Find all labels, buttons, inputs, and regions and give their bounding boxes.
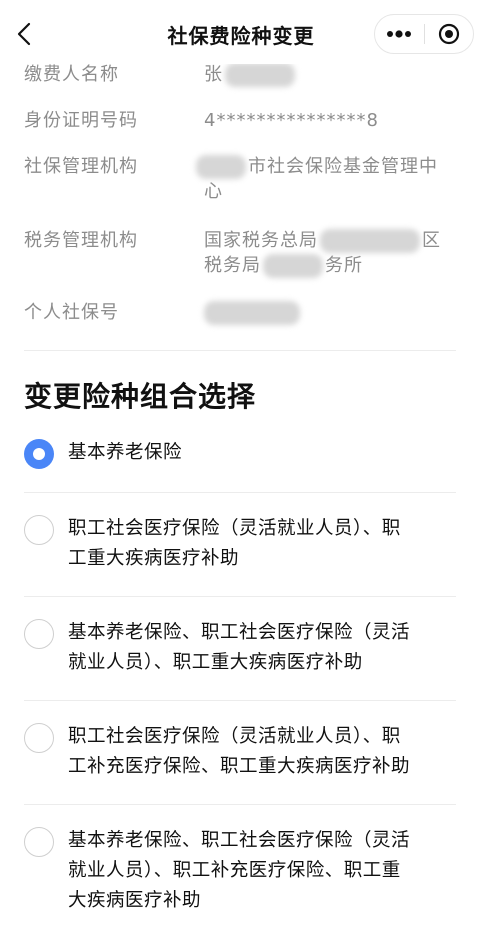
payer-name-text: 张 <box>204 64 223 85</box>
more-dots-icon <box>387 30 412 38</box>
option-divider <box>24 492 456 493</box>
tax-org-row: 税务管理机构 国家税务总局 区 税务局 务所 <box>24 228 464 280</box>
option-line: 工补充医疗保险、职工重大疾病医疗补助 <box>68 756 411 777</box>
mini-program-capsule <box>374 14 474 54</box>
record-target-icon <box>438 23 459 45</box>
payer-name-label: 缴费人名称 <box>24 64 119 85</box>
radio-unchecked[interactable] <box>24 515 54 545</box>
redaction-blur <box>196 155 246 179</box>
more-button[interactable] <box>375 15 424 53</box>
radio-unchecked[interactable] <box>24 827 54 857</box>
radio-unchecked[interactable] <box>24 619 54 649</box>
option-divider <box>24 804 456 805</box>
option-line: 基本养老保险、职工社会医疗保险（灵活 <box>68 622 411 643</box>
tax-org-line1-prefix: 国家税务总局 <box>204 230 318 251</box>
close-mini-program-button[interactable] <box>424 15 473 53</box>
radio-checked[interactable] <box>24 439 54 469</box>
option-divider <box>24 700 456 701</box>
id-number-value: 4***************8 <box>204 110 379 131</box>
section-title: 变更险种组合选择 <box>24 380 257 413</box>
social-org-value: 市社会保险基金管理中 心 <box>196 154 454 204</box>
option-3[interactable]: 职工社会医疗保险（灵活就业人员）、职 工补充医疗保险、职工重大疾病医疗补助 <box>24 722 456 782</box>
social-org-row: 社保管理机构 市社会保险基金管理中 心 <box>24 154 464 206</box>
option-line: 职工社会医疗保险（灵活就业人员）、职 <box>68 726 401 747</box>
radio-unchecked[interactable] <box>24 723 54 753</box>
social-org-label: 社保管理机构 <box>24 156 138 177</box>
option-line: 工重大疾病医疗补助 <box>68 548 240 569</box>
option-1[interactable]: 职工社会医疗保险（灵活就业人员）、职 工重大疾病医疗补助 <box>24 514 456 574</box>
option-line: 基本养老保险、职工社会医疗保险（灵活 <box>68 830 411 851</box>
option-line: 就业人员）、职工重大疾病医疗补助 <box>68 652 363 673</box>
redaction-blur <box>204 301 300 325</box>
option-1-text: 职工社会医疗保险（灵活就业人员）、职 工重大疾病医疗补助 <box>68 514 440 574</box>
info-divider <box>24 350 456 351</box>
option-line: 大疾病医疗补助 <box>68 890 202 911</box>
payer-name-row: 缴费人名称 张 <box>24 62 464 88</box>
tax-org-line2-suffix: 务所 <box>325 255 363 276</box>
option-divider <box>24 596 456 597</box>
payer-name-value: 张 <box>204 62 454 87</box>
option-0[interactable]: 基本养老保险 <box>24 438 456 470</box>
option-4[interactable]: 基本养老保险、职工社会医疗保险（灵活 就业人员）、职工补充医疗保险、职工重 大疾… <box>24 826 456 916</box>
social-org-line2: 心 <box>204 181 223 202</box>
social-org-line1: 市社会保险基金管理中 <box>248 156 438 177</box>
option-line: 就业人员）、职工补充医疗保险、职工重 <box>68 860 401 881</box>
redaction-blur <box>263 254 323 278</box>
option-2-text: 基本养老保险、职工社会医疗保险（灵活 就业人员）、职工重大疾病医疗补助 <box>68 618 440 678</box>
id-number-label: 身份证明号码 <box>24 110 138 131</box>
tax-org-line1-suffix: 区 <box>422 230 441 251</box>
redaction-blur <box>320 229 420 253</box>
tax-org-line2-prefix: 税务局 <box>204 255 261 276</box>
option-4-text: 基本养老保险、职工社会医疗保险（灵活 就业人员）、职工补充医疗保险、职工重 大疾… <box>68 826 440 916</box>
id-number-row: 身份证明号码 4***************8 <box>24 108 464 134</box>
option-line: 基本养老保险 <box>68 442 183 463</box>
nav-bar: 社保费险种变更 <box>0 0 482 64</box>
personal-no-row: 个人社保号 <box>24 300 464 326</box>
page: 社保费险种变更 缴费人名称 张 身份证明号码 4***************8… <box>0 0 482 932</box>
personal-no-value <box>204 300 454 325</box>
personal-no-label: 个人社保号 <box>24 302 119 323</box>
option-2[interactable]: 基本养老保险、职工社会医疗保险（灵活 就业人员）、职工重大疾病医疗补助 <box>24 618 456 678</box>
redaction-blur <box>225 63 295 87</box>
tax-org-value: 国家税务总局 区 税务局 务所 <box>204 228 454 278</box>
tax-org-label: 税务管理机构 <box>24 230 138 251</box>
option-3-text: 职工社会医疗保险（灵活就业人员）、职 工补充医疗保险、职工重大疾病医疗补助 <box>68 722 440 782</box>
option-line: 职工社会医疗保险（灵活就业人员）、职 <box>68 518 401 539</box>
option-0-text: 基本养老保险 <box>68 438 440 468</box>
